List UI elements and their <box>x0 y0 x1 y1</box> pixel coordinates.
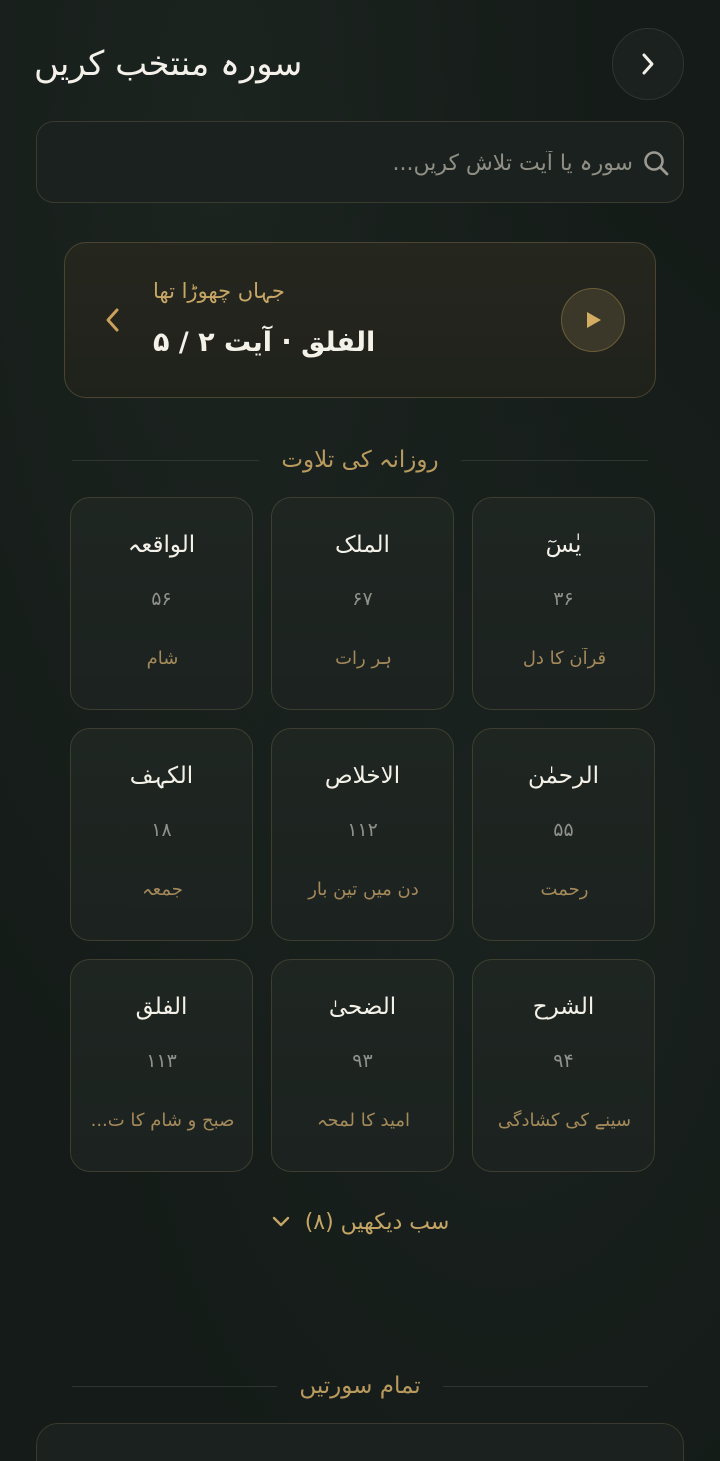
daily-recitation-title: روزانہ کی تلاوت <box>281 447 439 473</box>
surah-card-waqiah[interactable]: الواقعہ ۵۶ شام <box>70 497 253 710</box>
divider <box>72 459 260 461</box>
daily-recitation-heading: روزانہ کی تلاوت <box>72 440 648 480</box>
chevron-down-icon <box>272 1216 289 1227</box>
surah-note: شام <box>146 648 179 669</box>
continue-reading-label: جہاں چھوڑا تھا <box>153 279 285 303</box>
all-surahs-heading: تمام سورتیں <box>72 1366 648 1406</box>
all-surahs-title: تمام سورتیں <box>299 1373 421 1399</box>
search-icon <box>644 151 669 176</box>
surah-number: ۳۶ <box>553 588 574 610</box>
continue-reading-detail: الفلق · آیت ۲ / ۵ <box>153 327 376 358</box>
surah-card-duha[interactable]: الضحیٰ ۹۳ امید کا لمحہ <box>271 959 454 1172</box>
surah-note: ہر رات <box>335 648 392 669</box>
surah-card-yaseen[interactable]: یٰسٓ ۳۶ قرآن کا دل <box>472 497 655 710</box>
surah-number: ۵۵ <box>553 819 574 841</box>
surah-name: الرحمٰن <box>527 763 600 789</box>
surah-card-kahf[interactable]: الکہف ۱۸ جمعہ <box>70 728 253 941</box>
surah-note: امید کا لمحہ <box>316 1110 411 1131</box>
surah-number: ۱۱۳ <box>146 1050 177 1072</box>
surah-card-ikhlas[interactable]: الاخلاص ۱۱۲ دن میں تین بار <box>271 728 454 941</box>
surah-note: قرآن کا دل <box>522 648 607 669</box>
see-all-label: سب دیکھیں (۸) <box>304 1209 450 1235</box>
surah-card-sharh[interactable]: الشرح ۹۴ سینے کی کشادگی <box>472 959 655 1172</box>
surah-number: ۹۴ <box>553 1050 574 1072</box>
surah-number: ۹۳ <box>352 1050 373 1072</box>
surah-name: الاخلاص <box>324 763 401 789</box>
surah-name: الواقعہ <box>127 532 196 558</box>
chevron-right-icon <box>642 53 654 75</box>
surah-name: الفلق <box>135 994 188 1020</box>
surah-note: صبح و شام کا ت... <box>90 1110 235 1131</box>
surah-number: ۱۱۲ <box>347 819 378 841</box>
divider <box>460 459 648 461</box>
surah-list-item[interactable] <box>36 1423 684 1461</box>
surah-card-falaq[interactable]: الفلق ۱۱۳ صبح و شام کا ت... <box>70 959 253 1172</box>
surah-note: رحمت <box>540 879 589 900</box>
surah-note: دن میں تین بار <box>308 879 419 900</box>
surah-number: ۶۷ <box>352 588 373 610</box>
surah-number: ۱۸ <box>151 819 172 841</box>
continue-reading-card[interactable]: جہاں چھوڑا تھا الفلق · آیت ۲ / ۵ <box>64 242 656 398</box>
surah-name: الضحیٰ <box>328 994 397 1020</box>
see-all-button[interactable]: سب دیکھیں (۸) <box>220 1200 500 1244</box>
play-button[interactable] <box>561 288 625 352</box>
surah-note: سینے کی کشادگی <box>497 1110 632 1131</box>
surah-name: الملک <box>335 532 390 558</box>
surah-name: الشرح <box>532 994 595 1020</box>
search-input[interactable] <box>61 122 633 204</box>
chevron-left-icon <box>106 308 119 332</box>
divider <box>442 1385 648 1387</box>
surah-number: ۵۶ <box>151 588 172 610</box>
surah-name: الکہف <box>129 763 194 789</box>
divider <box>72 1385 278 1387</box>
back-button[interactable] <box>612 28 684 100</box>
play-icon <box>587 312 601 328</box>
surah-card-rahman[interactable]: الرحمٰن ۵۵ رحمت <box>472 728 655 941</box>
search-bar[interactable] <box>36 121 684 204</box>
surah-note: جمعہ <box>142 879 183 900</box>
surah-card-mulk[interactable]: الملک ۶۷ ہر رات <box>271 497 454 710</box>
page-title: سورہ منتخب کریں <box>34 44 303 84</box>
surah-name: یٰسٓ <box>545 532 582 558</box>
